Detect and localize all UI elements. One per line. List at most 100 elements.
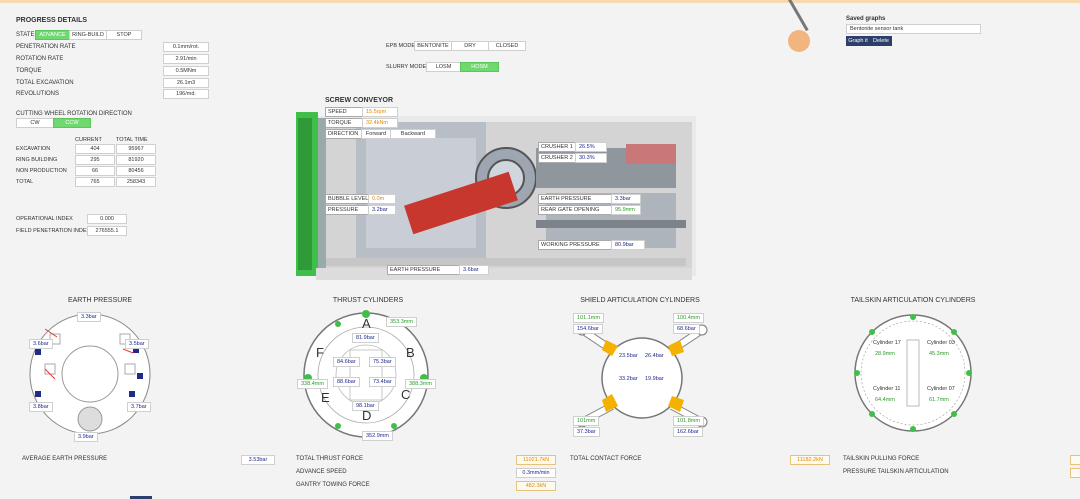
earth-pressure-2-label: EARTH PRESSURE bbox=[387, 265, 461, 275]
gantry-towing-label: GANTRY TOWING FORCE bbox=[296, 482, 370, 488]
avg-earth-pressure-value: 3.53bar bbox=[241, 455, 275, 465]
screw-backward-button[interactable]: Backward bbox=[390, 129, 436, 139]
torque-label: TORQUE bbox=[16, 68, 42, 74]
screw-speed-value: 15.5rpm bbox=[362, 107, 398, 117]
tailskin-cyl-07-label: Cylinder 07 bbox=[927, 386, 955, 392]
revolutions-label: REVOLUTIONS bbox=[16, 91, 60, 97]
shield-articulation-title: SHIELD ARTICULATION CYLINDERS bbox=[580, 297, 700, 304]
total-excavation-value: 26.1m3 bbox=[163, 78, 209, 88]
screw-direction-label: DIRECTION bbox=[325, 129, 366, 139]
tailskin-title: TAILSKIN ARTICULATION CYLINDERS bbox=[850, 297, 976, 304]
epb-dry-button[interactable]: DRY bbox=[451, 41, 489, 51]
rear-gate-value: 95.9mm bbox=[611, 205, 641, 215]
time-row-total: 80456 bbox=[116, 166, 156, 176]
torque-value: 0.5MNm bbox=[163, 66, 209, 76]
revolutions-value: 196/md. bbox=[163, 89, 209, 99]
slurry-losm-button[interactable]: LOSM bbox=[426, 62, 461, 72]
advance-speed-label: ADVANCE SPEED bbox=[296, 469, 347, 475]
earth-pressure-right-upper: 3.5bar bbox=[125, 339, 149, 349]
time-row-total: 81920 bbox=[116, 155, 156, 165]
op-index-value: 0.000 bbox=[87, 214, 127, 224]
crusher2-value: 30.3% bbox=[575, 153, 607, 163]
earth-pressure-2-value: 3.6bar bbox=[459, 265, 489, 275]
thrust-pressure-f: 84.6bar bbox=[333, 357, 360, 367]
earth-pressure-value: 3.3bar bbox=[611, 194, 641, 204]
screw-forward-button[interactable]: Forward bbox=[361, 129, 391, 139]
earth-pressure-label: EARTH PRESSURE bbox=[538, 194, 612, 204]
shield-stroke-tr: 100.4mm bbox=[673, 313, 704, 323]
shield-pressure-tr: 68.6bar bbox=[673, 324, 700, 334]
cw-direction-title: CUTTING WHEEL ROTATION DIRECTION bbox=[16, 111, 132, 117]
bubble-level-label: BUBBLE LEVEL bbox=[325, 194, 371, 204]
epb-closed-button[interactable]: CLOSED bbox=[488, 41, 526, 51]
cursor-highlight bbox=[788, 30, 810, 52]
earth-pressure-title: EARTH PRESSURE bbox=[67, 297, 133, 304]
thrust-group-c: C bbox=[401, 387, 411, 402]
state-advance-button[interactable]: ADVANCE bbox=[35, 30, 70, 40]
shield-inner-br: 19.9bar bbox=[645, 376, 664, 382]
slurry-mode-label: SLURRY MODE bbox=[386, 64, 427, 70]
thrust-group-a: A bbox=[362, 316, 371, 331]
tailskin-pulling-label: TAILSKIN PULLING FORCE bbox=[843, 456, 920, 462]
penetration-rate-label: PENETRATION RATE bbox=[16, 44, 76, 50]
tailskin-diagram bbox=[854, 314, 972, 432]
rotation-rate-value: 2.91/min bbox=[163, 54, 209, 64]
earth-pressure-bottom: 3.9bar bbox=[74, 432, 98, 442]
fpi-value: 276555.1 bbox=[87, 226, 127, 236]
total-thrust-force-label: TOTAL THRUST FORCE bbox=[296, 456, 364, 462]
time-header-current: CURRENT bbox=[75, 137, 102, 143]
gantry-towing-value: 482.3kN bbox=[516, 481, 556, 491]
thrust-group-f: F bbox=[316, 345, 324, 360]
thrust-pressure-b: 75.3bar bbox=[369, 357, 396, 367]
earth-pressure-left-upper: 3.6bar bbox=[29, 339, 53, 349]
state-ringbuild-button[interactable]: RING-BUILD bbox=[69, 30, 107, 40]
screw-pressure-label: PRESSURE bbox=[325, 205, 371, 215]
fpi-label: FIELD PENETRATION INDEX bbox=[16, 228, 91, 234]
earth-pressure-left-lower: 3.8bar bbox=[29, 402, 53, 412]
shield-inner-bl: 33.2bar bbox=[619, 376, 638, 382]
time-header-total: TOTAL TIME bbox=[116, 137, 148, 143]
thrust-pressure-a: 81.9bar bbox=[352, 333, 379, 343]
saved-graphs-select[interactable]: Bentonite sensor tank bbox=[846, 24, 981, 34]
shield-stroke-br: 101.8mm bbox=[673, 416, 704, 426]
state-stop-button[interactable]: STOP bbox=[106, 30, 142, 40]
tailskin-cyl-03-label: Cylinder 03 bbox=[927, 340, 955, 346]
epb-bentonite-button[interactable]: BENTONITE bbox=[414, 41, 452, 51]
thrust-group-e: E bbox=[321, 390, 330, 405]
time-row-label: NON PRODUCTION bbox=[16, 168, 67, 174]
thrust-stroke-left: 338.4mm bbox=[297, 379, 328, 389]
shield-stroke-bl: 101mm bbox=[573, 416, 600, 426]
crusher1-value: 26.5% bbox=[575, 142, 607, 152]
delete-button[interactable]: Delete bbox=[870, 36, 892, 46]
screw-torque-value: 32.4kNm bbox=[362, 118, 398, 128]
saved-graphs-title: Saved graphs bbox=[846, 16, 886, 22]
cw-button[interactable]: CW bbox=[16, 118, 54, 128]
slurry-hosm-button[interactable]: HOSM bbox=[460, 62, 499, 72]
time-row-total: 258343 bbox=[116, 177, 156, 187]
earth-pressure-top: 3.3bar bbox=[77, 312, 101, 322]
total-contact-force-value: 11182.2kN bbox=[790, 455, 830, 465]
progress-title: PROGRESS DETAILS bbox=[16, 17, 88, 24]
tailskin-cyl-11-value: 64.4mm bbox=[875, 397, 895, 403]
earth-pressure-right-lower: 3.7bar bbox=[127, 402, 151, 412]
time-row-label: RING BUILDING bbox=[16, 157, 58, 163]
thrust-stroke-top: 353.3mm bbox=[386, 317, 417, 327]
total-thrust-force-value: 11021.7kN bbox=[516, 455, 556, 465]
graph-it-button[interactable]: Graph it bbox=[846, 36, 870, 46]
tailskin-cyl-07-value: 61.7mm bbox=[929, 397, 949, 403]
shield-inner-tl: 23.5bar bbox=[619, 353, 638, 359]
screw-conveyor-title: SCREW CONVEYOR bbox=[325, 97, 394, 104]
thrust-pressure-c: 73.4bar bbox=[369, 377, 396, 387]
ccw-button[interactable]: CCW bbox=[53, 118, 91, 128]
tailskin-cyl-11-label: Cylinder 11 bbox=[873, 386, 901, 392]
thrust-group-b: B bbox=[406, 345, 415, 360]
shield-inner-tr: 26.4bar bbox=[645, 353, 664, 359]
crusher2-label: CRUSHER 2 bbox=[538, 153, 578, 163]
cursor-pointer-line bbox=[788, 0, 809, 32]
tailskin-pulling-value bbox=[1070, 455, 1080, 465]
bubble-level-value: 0.0m bbox=[368, 194, 396, 204]
rear-gate-label: REAR GATE OPENING bbox=[538, 205, 612, 215]
thrust-stroke-bottom: 352.9mm bbox=[362, 431, 393, 441]
earth-pressure-diagram bbox=[29, 313, 151, 435]
tailskin-cyl-17-label: Cylinder 17 bbox=[873, 340, 901, 346]
